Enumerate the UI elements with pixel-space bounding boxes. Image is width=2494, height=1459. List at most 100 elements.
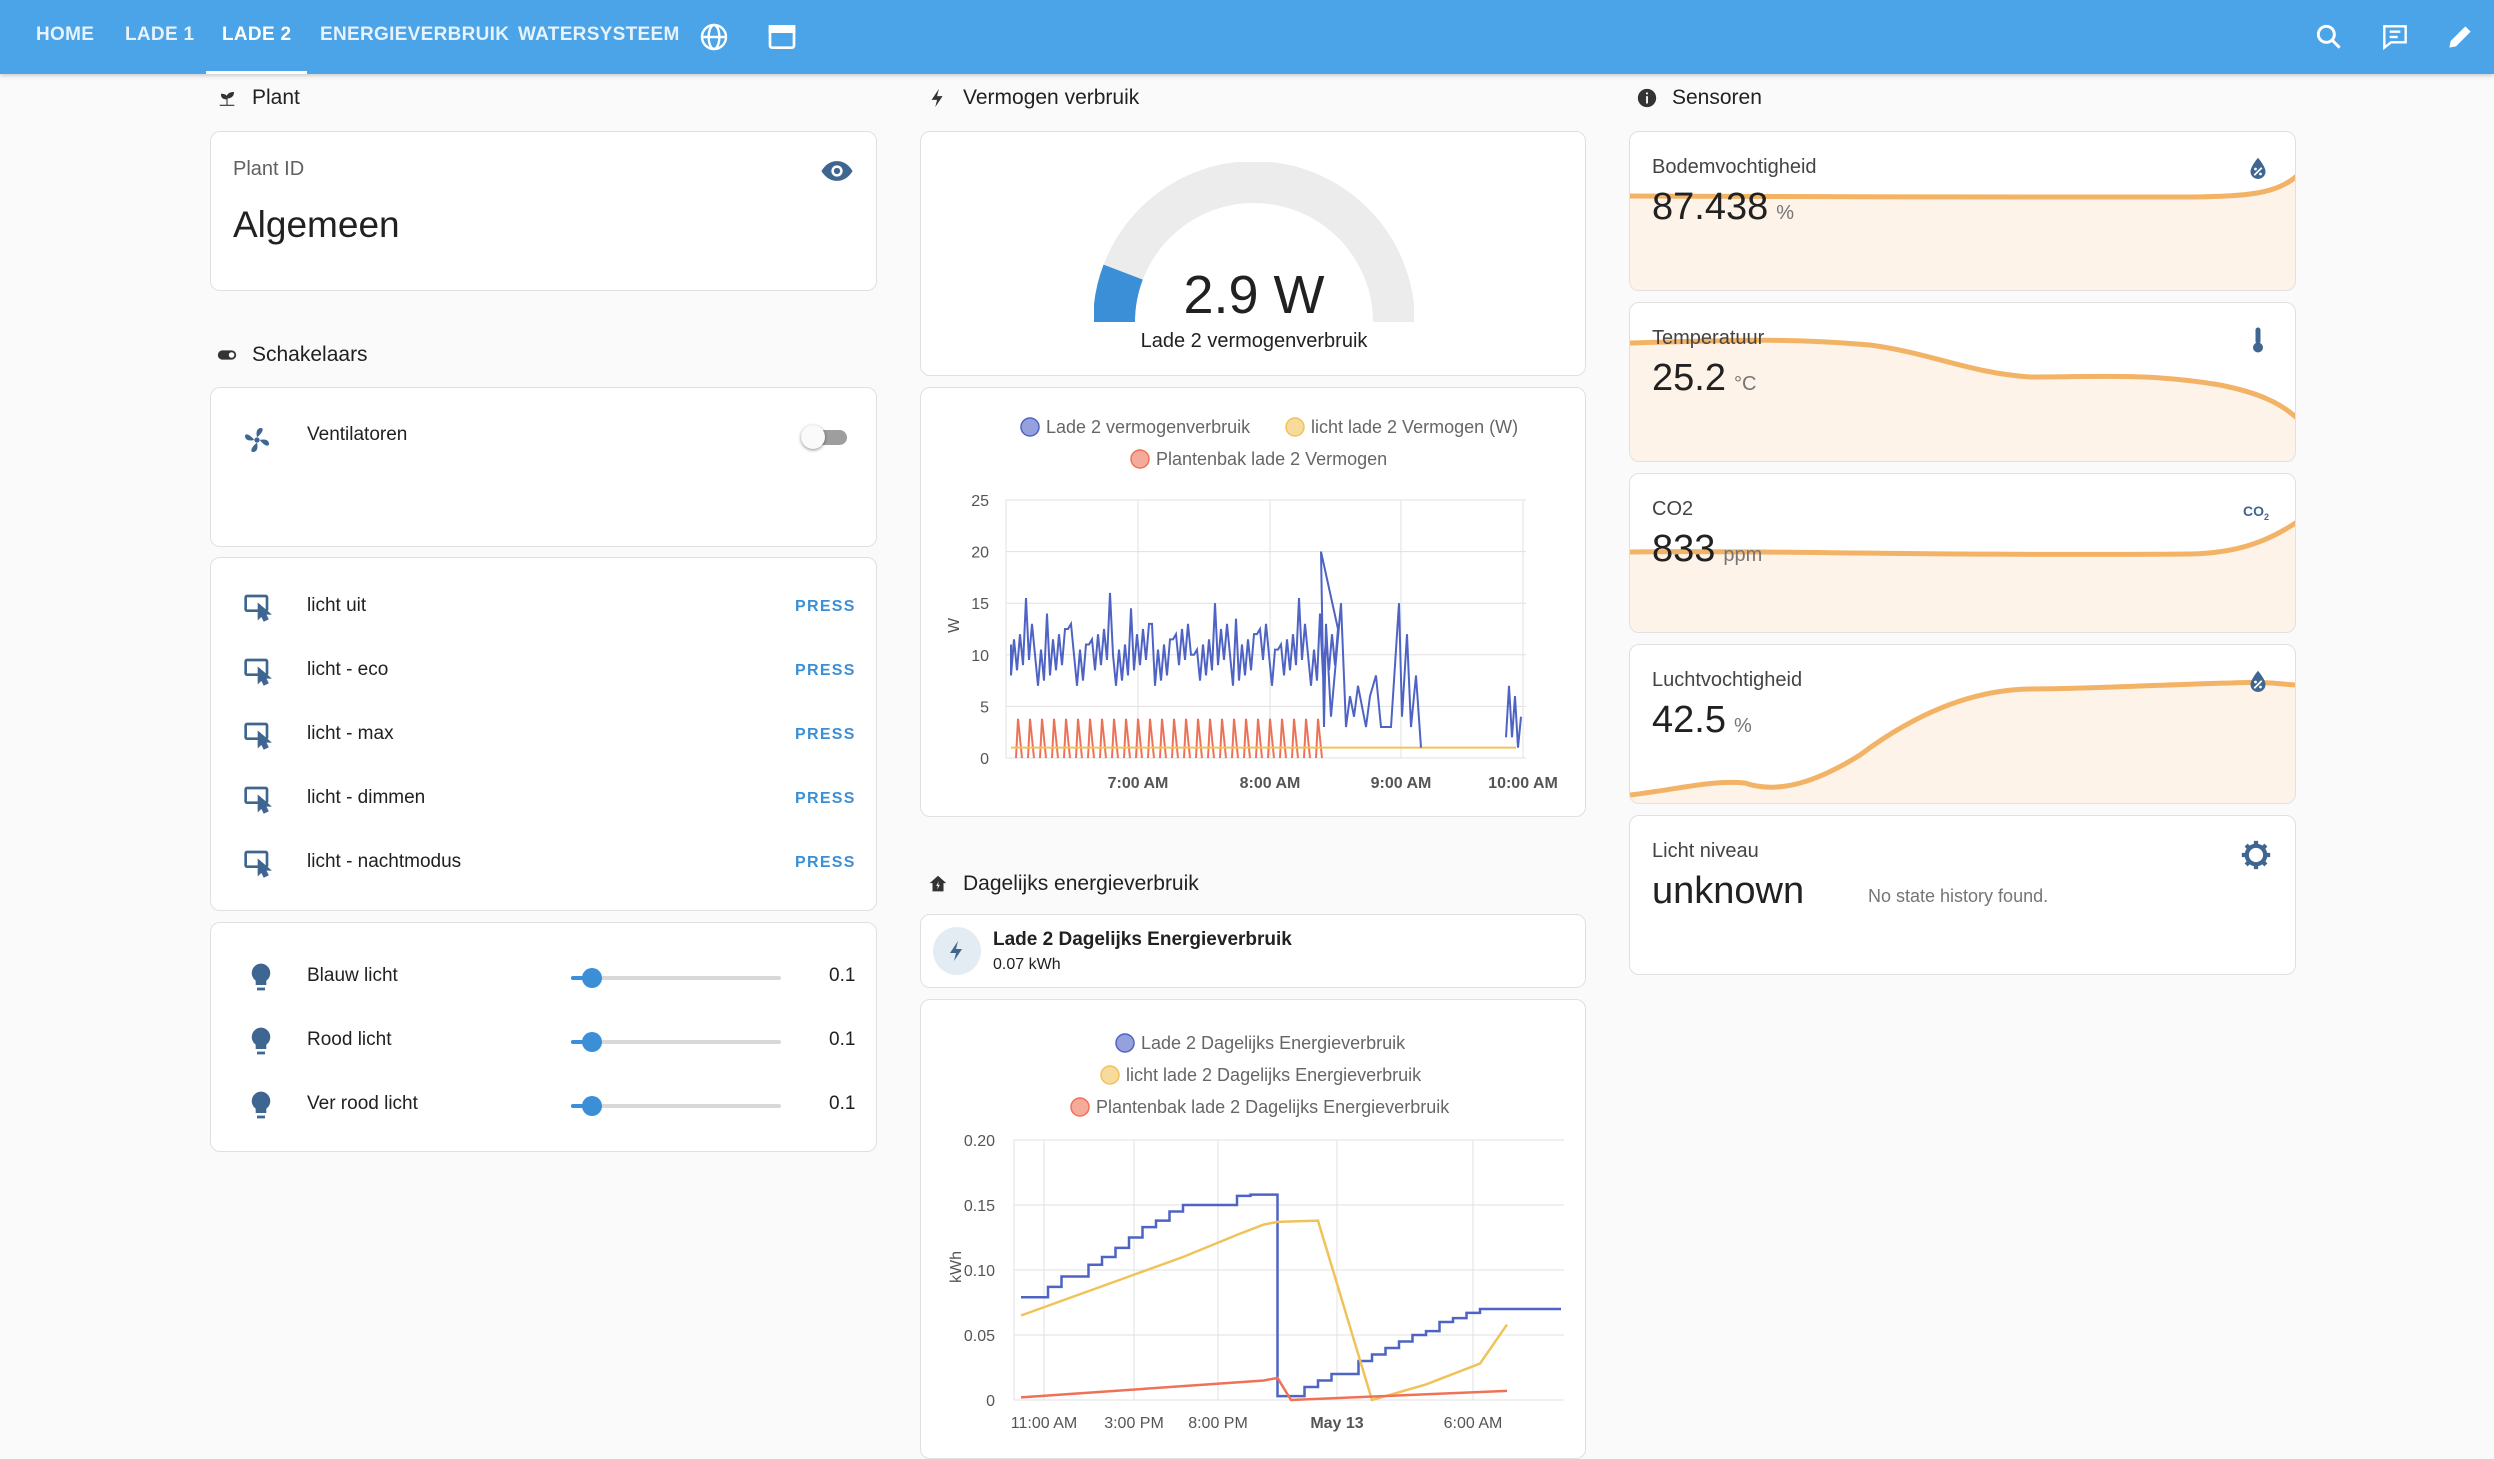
y-tick-label: 15 [971, 596, 989, 613]
button-label: licht uit [307, 595, 367, 616]
button-label: licht - nachtmodus [307, 851, 462, 872]
y-tick-label: 25 [971, 493, 989, 510]
water-percent-icon [2250, 157, 2266, 179]
y-tick-label: 20 [971, 545, 989, 562]
search-icon[interactable] [2313, 21, 2345, 53]
sensor-unit: ppm [1723, 544, 1763, 566]
sensor-card-co2[interactable]: CO2 833 ppm CO 2 [1629, 473, 2296, 633]
legend-marker [1130, 449, 1150, 469]
energy-section-title: Dagelijks energieverbruik [963, 872, 1199, 895]
y-axis-label: kWh [948, 1251, 965, 1283]
ventilatoren-label: Ventilatoren [307, 424, 408, 445]
eye-icon[interactable] [820, 154, 854, 188]
sensor-name: CO2 [1652, 498, 1694, 520]
buttons-card: licht uit PRESS licht - eco PRESS licht … [210, 557, 877, 911]
button-label: licht - eco [307, 659, 389, 680]
remote-press-icon [244, 786, 272, 814]
y-axis-label: W [946, 617, 963, 633]
svg-text:2: 2 [2264, 512, 2269, 522]
x-tick-label: 8:00 PM [1188, 1415, 1248, 1432]
water-percent-icon [2250, 670, 2266, 692]
globe-icon[interactable] [698, 21, 730, 53]
rood-licht-slider-thumb[interactable] [582, 1032, 602, 1052]
sensor-unit: % [1733, 715, 1752, 737]
power-gauge-card: 2.9 W Lade 2 vermogenverbruik [920, 131, 1586, 376]
window-icon[interactable] [766, 21, 798, 53]
sensor-card-temperatuur[interactable]: Temperatuur 25.2 °C [1629, 302, 2296, 462]
y-tick-label: 0 [980, 751, 989, 768]
sensor-card-licht-niveau[interactable]: Licht niveau unknown No state history fo… [1629, 815, 2296, 975]
ver-rood-licht-slider-thumb[interactable] [582, 1096, 602, 1116]
entity-value: 0.07 kWh [993, 956, 1061, 973]
legend-label: Plantenbak lade 2 Vermogen [1156, 449, 1387, 469]
y-tick-label: 0.10 [964, 1263, 995, 1280]
entity-icon-badge [933, 927, 981, 975]
switches-section-title: Schakelaars [252, 343, 368, 366]
power-history-chart: Lade 2 vermogenverbruik licht lade 2 Verm… [946, 417, 1558, 792]
ventilatoren-toggle[interactable] [801, 425, 851, 449]
tab-watersysteem[interactable]: WATERSYSTEEM [518, 0, 680, 74]
plant-card: Plant ID Algemeen [210, 131, 877, 291]
press-button-licht-dimmen[interactable]: PRESS [795, 790, 856, 808]
fan-icon [245, 428, 269, 452]
legend-marker [1070, 1097, 1090, 1117]
gauge-label: Lade 2 vermogenverbruik [1140, 330, 1368, 352]
sensor-card-bodemvochtigheid[interactable]: Bodemvochtigheid 87.438% [1629, 131, 2296, 291]
sensor-value: unknown [1652, 870, 1805, 912]
slider-value: 0.1 [829, 1093, 856, 1114]
tab-lade-1[interactable]: LADE 1 [125, 0, 194, 74]
x-tick-label: 3:00 PM [1104, 1415, 1164, 1432]
remote-press-icon [244, 594, 272, 622]
sensor-unit: °C [1733, 373, 1757, 395]
slider-label: Blauw licht [307, 965, 398, 986]
sensor-unit: % [1776, 202, 1795, 224]
edit-icon[interactable] [2444, 21, 2476, 53]
sensor-name: Temperatuur [1652, 327, 1765, 349]
remote-press-icon [244, 658, 272, 686]
legend-label: licht lade 2 Vermogen (W) [1311, 417, 1518, 437]
legend-label: Lade 2 Dagelijks Energieverbruik [1141, 1033, 1406, 1053]
x-tick-label: 6:00 AM [1444, 1415, 1503, 1432]
flash-icon [950, 941, 962, 961]
y-tick-label: 0.05 [964, 1328, 995, 1345]
sensor-value-number: 42.5 [1652, 699, 1726, 741]
tab-energieverbruik[interactable]: ENERGIEVERBRUIK [320, 0, 509, 74]
press-button-licht-nachtmodus[interactable]: PRESS [795, 854, 856, 872]
y-tick-label: 0.20 [964, 1133, 995, 1150]
top-app-bar: HOME LADE 1 LADE 2 ENERGIEVERBRUIK WATER… [0, 0, 2494, 74]
blauw-licht-slider-thumb[interactable] [582, 968, 602, 988]
press-button-licht-max[interactable]: PRESS [795, 726, 856, 744]
slider-label: Rood licht [307, 1029, 392, 1050]
tab-home[interactable]: HOME [36, 0, 94, 74]
y-tick-label: 10 [971, 648, 989, 665]
legend-marker [1115, 1033, 1135, 1053]
sensor-value: 833 ppm [1652, 528, 1762, 571]
svg-text:CO: CO [2243, 503, 2264, 519]
press-button-licht-eco[interactable]: PRESS [795, 662, 856, 680]
assist-icon[interactable] [2379, 21, 2411, 53]
press-button-licht-uit[interactable]: PRESS [795, 598, 856, 616]
no-history-note: No state history found. [1868, 886, 2049, 906]
tab-lade-2[interactable]: LADE 2 [205, 0, 308, 74]
gear-icon [2241, 840, 2271, 870]
sensor-value-number: 87.438 [1652, 186, 1769, 228]
legend-marker [1020, 417, 1040, 437]
blauw-licht-slider-track[interactable] [571, 968, 781, 988]
energy-entity-card[interactable]: Lade 2 Dagelijks Energieverbruik 0.07 kW… [920, 914, 1586, 988]
plant-card-value: Algemeen [233, 204, 400, 245]
sprout-icon [219, 91, 235, 106]
switches-section-header: Schakelaars [216, 343, 368, 367]
x-tick-label: 8:00 AM [1240, 775, 1301, 792]
ver-rood-licht-slider-track[interactable] [571, 1096, 781, 1116]
plant-section-header: Plant [216, 86, 300, 110]
rood-licht-slider-track[interactable] [571, 1032, 781, 1052]
toggle-icon [217, 350, 237, 360]
series-line [1020, 1219, 1509, 1402]
power-history-card: Lade 2 vermogenverbruik licht lade 2 Verm… [920, 387, 1586, 817]
y-tick-label: 5 [980, 699, 989, 716]
sensor-card-luchtvochtigheid[interactable]: Luchtvochtigheid 42.5% [1629, 644, 2296, 804]
sensor-name: Bodemvochtigheid [1652, 156, 1817, 178]
series-line [1015, 718, 1323, 759]
thermometer-icon [2253, 327, 2263, 353]
plant-card-label: Plant ID [233, 158, 305, 180]
